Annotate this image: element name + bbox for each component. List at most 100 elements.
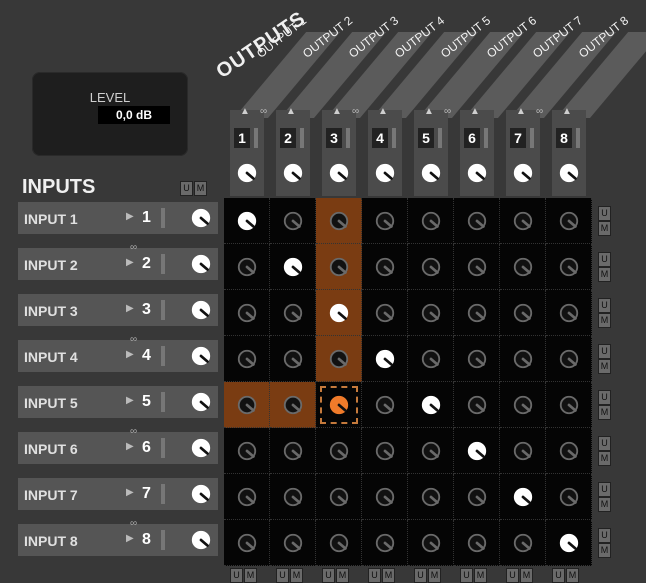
column-mute-button[interactable]: M [428,568,441,583]
column-solo-button[interactable]: U [506,568,519,583]
triangle-up-icon[interactable]: ▲ [562,106,572,117]
crosspoint-r5-c6[interactable] [454,382,500,428]
crosspoint-knob[interactable] [512,394,534,416]
crosspoint-r5-c8[interactable] [546,382,592,428]
output-level-knob[interactable] [328,162,350,184]
crosspoint-r5-c3[interactable] [316,382,362,428]
crosspoint-r4-c4[interactable] [362,336,408,382]
crosspoint-r6-c1[interactable] [224,428,270,474]
row-solo-button[interactable]: U [598,390,611,405]
link-icon[interactable]: ∞ [130,426,137,437]
triangle-up-icon[interactable]: ▲ [470,106,480,117]
crosspoint-knob[interactable] [512,302,534,324]
link-icon[interactable]: ∞ [260,106,267,117]
crosspoint-knob[interactable] [374,256,396,278]
crosspoint-knob[interactable] [236,348,258,370]
crosspoint-r6-c6[interactable] [454,428,500,474]
link-icon[interactable]: ∞ [130,242,137,253]
column-mute-button[interactable]: M [244,568,257,583]
row-mute-button[interactable]: M [598,359,611,374]
crosspoint-knob[interactable] [420,486,442,508]
input-level-knob[interactable] [190,529,212,551]
crosspoint-r4-c6[interactable] [454,336,500,382]
crosspoint-knob[interactable] [512,210,534,232]
crosspoint-r6-c7[interactable] [500,428,546,474]
crosspoint-r2-c5[interactable] [408,244,454,290]
output-level-knob[interactable] [512,162,534,184]
output-level-knob[interactable] [466,162,488,184]
crosspoint-knob[interactable] [466,256,488,278]
link-icon[interactable]: ∞ [130,334,137,345]
triangle-right-icon[interactable]: ▶ [126,441,134,452]
row-solo-button[interactable]: U [598,436,611,451]
column-solo-button[interactable]: U [276,568,289,583]
crosspoint-r7-c1[interactable] [224,474,270,520]
crosspoint-r4-c1[interactable] [224,336,270,382]
crosspoint-r3-c8[interactable] [546,290,592,336]
triangle-right-icon[interactable]: ▶ [126,533,134,544]
column-mute-button[interactable]: M [382,568,395,583]
crosspoint-knob[interactable] [282,210,304,232]
crosspoint-knob[interactable] [558,486,580,508]
triangle-right-icon[interactable]: ▶ [126,257,134,268]
link-icon[interactable]: ∞ [536,106,543,117]
crosspoint-r4-c7[interactable] [500,336,546,382]
triangle-up-icon[interactable]: ▲ [424,106,434,117]
crosspoint-knob[interactable] [282,532,304,554]
link-icon[interactable]: ∞ [130,518,137,529]
crosspoint-r7-c7[interactable] [500,474,546,520]
column-solo-button[interactable]: U [368,568,381,583]
crosspoint-knob[interactable] [328,210,350,232]
crosspoint-knob[interactable] [282,486,304,508]
crosspoint-knob[interactable] [512,440,534,462]
crosspoint-r8-c1[interactable] [224,520,270,566]
crosspoint-knob[interactable] [558,302,580,324]
inputs-mute-button[interactable]: M [194,181,207,196]
crosspoint-r2-c4[interactable] [362,244,408,290]
crosspoint-r3-c3[interactable] [316,290,362,336]
crosspoint-r1-c8[interactable] [546,198,592,244]
input-level-knob[interactable] [190,483,212,505]
output-level-knob[interactable] [374,162,396,184]
crosspoint-knob[interactable] [512,348,534,370]
input-level-knob[interactable] [190,299,212,321]
crosspoint-knob[interactable] [420,394,442,416]
crosspoint-knob[interactable] [328,532,350,554]
crosspoint-r3-c7[interactable] [500,290,546,336]
crosspoint-knob[interactable] [512,486,534,508]
crosspoint-r5-c4[interactable] [362,382,408,428]
crosspoint-r1-c7[interactable] [500,198,546,244]
inputs-solo-button[interactable]: U [180,181,193,196]
crosspoint-knob[interactable] [420,210,442,232]
column-solo-button[interactable]: U [414,568,427,583]
triangle-right-icon[interactable]: ▶ [126,349,134,360]
crosspoint-knob[interactable] [328,394,350,416]
crosspoint-knob[interactable] [512,256,534,278]
row-solo-button[interactable]: U [598,206,611,221]
crosspoint-r8-c4[interactable] [362,520,408,566]
row-mute-button[interactable]: M [598,267,611,282]
column-mute-button[interactable]: M [336,568,349,583]
crosspoint-knob[interactable] [512,532,534,554]
crosspoint-r2-c3[interactable] [316,244,362,290]
crosspoint-knob[interactable] [236,394,258,416]
crosspoint-r7-c6[interactable] [454,474,500,520]
crosspoint-r6-c2[interactable] [270,428,316,474]
crosspoint-r5-c2[interactable] [270,382,316,428]
crosspoint-r4-c5[interactable] [408,336,454,382]
crosspoint-r3-c2[interactable] [270,290,316,336]
crosspoint-r7-c8[interactable] [546,474,592,520]
column-solo-button[interactable]: U [552,568,565,583]
row-mute-button[interactable]: M [598,543,611,558]
crosspoint-r8-c6[interactable] [454,520,500,566]
crosspoint-knob[interactable] [328,440,350,462]
crosspoint-knob[interactable] [558,348,580,370]
crosspoint-r1-c6[interactable] [454,198,500,244]
crosspoint-knob[interactable] [236,302,258,324]
crosspoint-r3-c1[interactable] [224,290,270,336]
input-level-knob[interactable] [190,437,212,459]
crosspoint-r8-c7[interactable] [500,520,546,566]
crosspoint-knob[interactable] [466,302,488,324]
crosspoint-knob[interactable] [282,348,304,370]
crosspoint-knob[interactable] [374,440,396,462]
